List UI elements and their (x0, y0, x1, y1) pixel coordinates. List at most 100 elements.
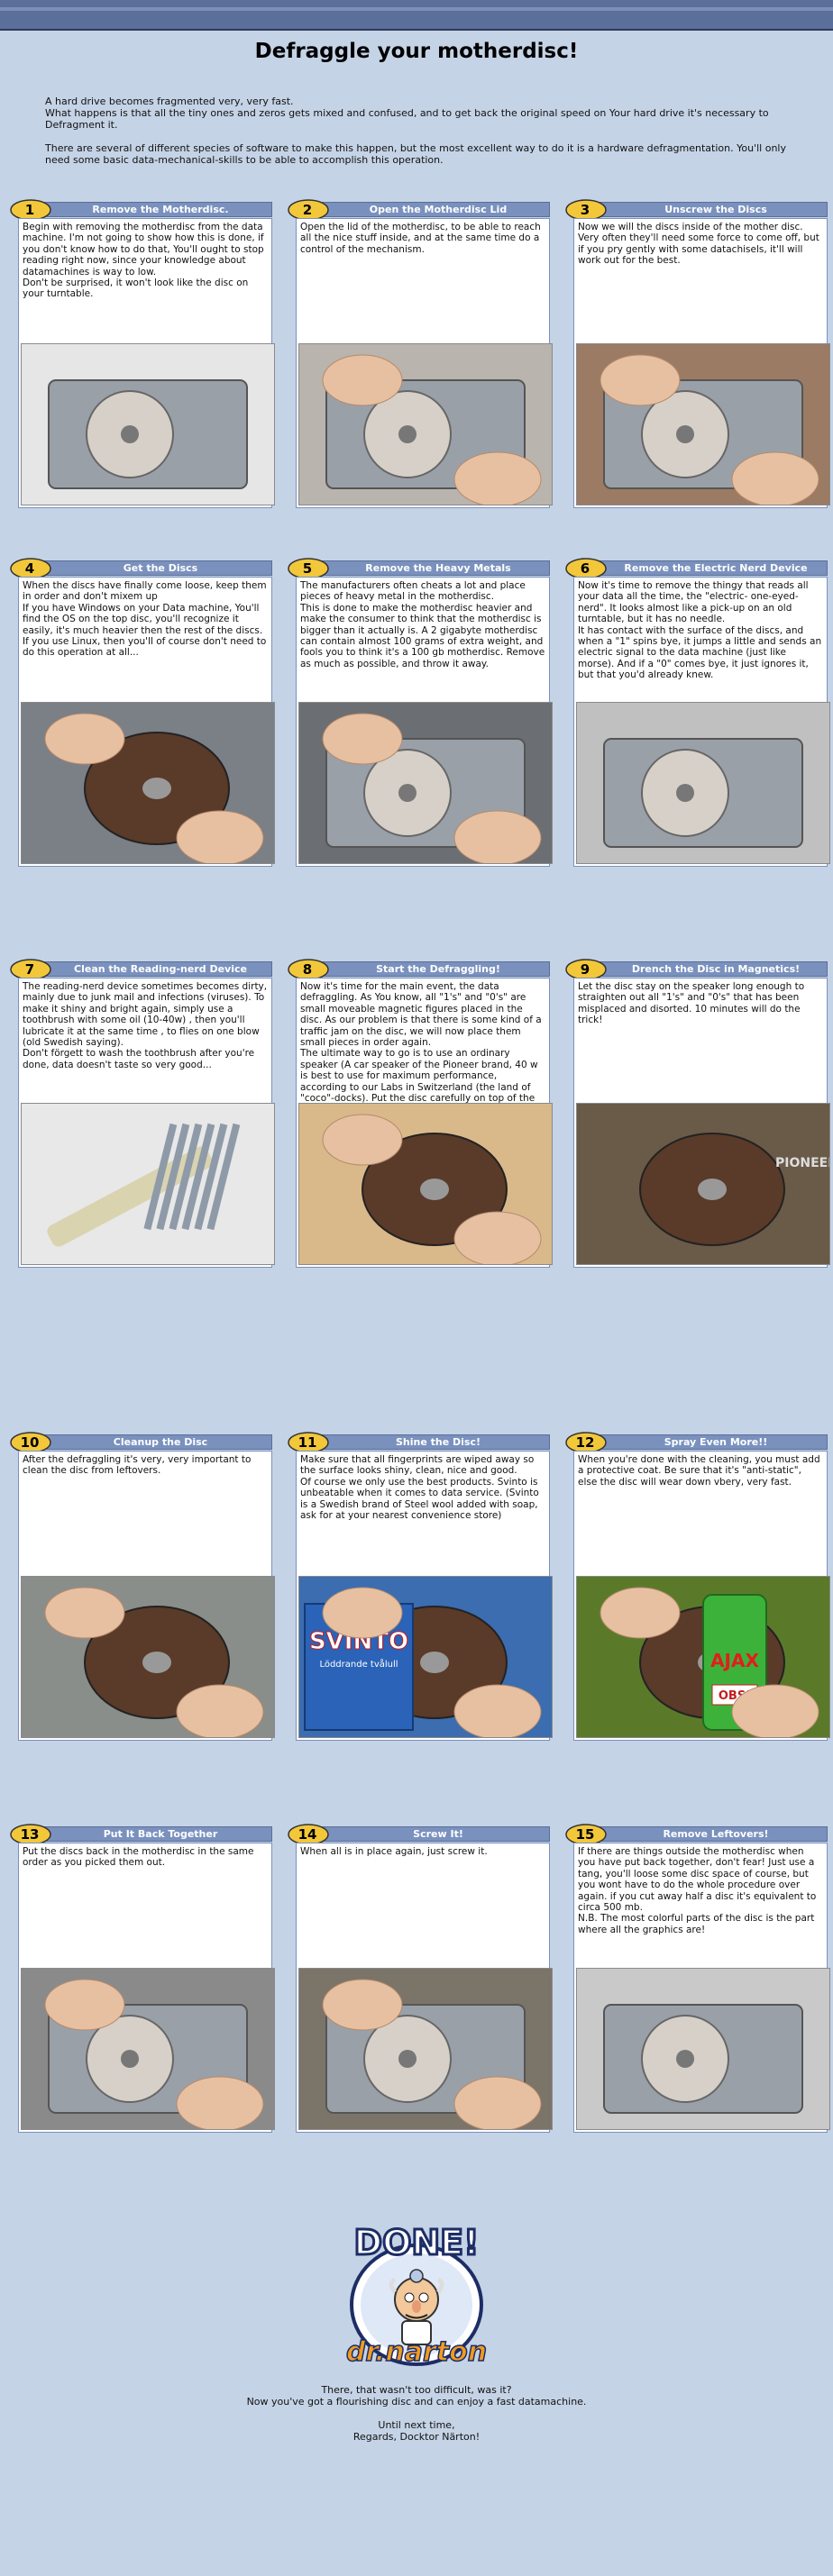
step-photo (21, 343, 275, 505)
page-title: Defraggle your motherdisc! (254, 40, 579, 63)
step-photo: AJAX OBS! (576, 1576, 830, 1738)
step-number: 5 (302, 560, 313, 577)
step-card: Open the Motherdisc Lid 2 Open the lid o… (288, 199, 553, 508)
step-text: If there are things outside the motherdi… (578, 1846, 817, 1935)
step-content: After the defraggling it's very, very im… (18, 1451, 275, 1741)
ending-text: There, that wasn't too difficult, was it… (216, 2384, 617, 2454)
step-content: If there are things outside the motherdi… (573, 1843, 830, 2133)
step-content: Make sure that all fingerprints are wipe… (296, 1451, 553, 1741)
step-title: Remove the Heavy Metals (365, 562, 511, 574)
step-content: When the discs have finally come loose, … (18, 577, 275, 867)
step-title: Drench the Disc in Magnetics! (631, 963, 801, 975)
step-number: 3 (580, 202, 590, 218)
step-card: Spray Even More!! 12 When you're done wi… (565, 1432, 830, 1741)
step-card: Shine the Disc! 11 Make sure that all fi… (288, 1432, 553, 1741)
step-header: Remove the Heavy Metals 5 (288, 558, 550, 579)
step-header: Remove the Motherdisc. 1 (10, 199, 272, 221)
step-header: Shine the Disc! 11 (288, 1432, 550, 1453)
step-number: 7 (24, 961, 35, 978)
step-number: 10 (20, 1434, 40, 1451)
step-content: Now it's time to remove the thingy that … (573, 577, 830, 867)
step-text: Now it's time to remove the thingy that … (578, 580, 822, 681)
step-title: Remove the Motherdisc. (92, 204, 229, 215)
step-header: Remove the Electric Nerd Device 6 (565, 558, 828, 579)
step-photo (576, 702, 830, 864)
step-number: 11 (298, 1434, 317, 1451)
step-number: 1 (24, 202, 35, 218)
step-photo (298, 1103, 553, 1265)
step-number: 8 (302, 961, 313, 978)
step-content: Open the lid of the motherdisc, to be ab… (296, 218, 553, 508)
step-number: 2 (302, 202, 313, 218)
brand-text: dr.narton (346, 2336, 487, 2368)
step-text: When you're done with the cleaning, you … (578, 1454, 820, 1488)
step-header: Remove Leftovers! 15 (565, 1824, 828, 1845)
step-title: Open the Motherdisc Lid (369, 204, 508, 215)
step-title: Remove Leftovers! (663, 1828, 769, 1840)
svg-text:PIONEER: PIONEER (775, 1156, 830, 1170)
step-number: 13 (20, 1826, 40, 1843)
step-photo: SVINTO Löddrande tvålull (298, 1576, 553, 1738)
step-text: The reading-nerd device sometimes become… (23, 981, 268, 1070)
step-text: Begin with removing the motherdisc from … (23, 222, 264, 300)
step-title: Start the Defraggling! (376, 963, 500, 975)
step-photo (298, 702, 553, 864)
step-photo (21, 1968, 275, 2130)
step-number: 12 (575, 1434, 595, 1451)
step-card: Unscrew the Discs 3 Now we will the disc… (565, 199, 830, 508)
step-photo: PIONEER (576, 1103, 830, 1265)
svg-text:AJAX: AJAX (710, 1650, 759, 1671)
step-photo (298, 343, 553, 505)
step-header: Screw It! 14 (288, 1824, 550, 1845)
step-number: 6 (580, 560, 590, 577)
step-text: Open the lid of the motherdisc, to be ab… (300, 222, 541, 255)
step-content: Now we will the discs inside of the moth… (573, 218, 830, 508)
done-logo: DONE! dr.narton (270, 2216, 563, 2373)
step-card: Start the Defraggling! 8 Now it's time f… (288, 959, 553, 1268)
step-header: Start the Defraggling! 8 (288, 959, 550, 980)
intro-sentence-2: What happens is that all the tiny ones a… (45, 107, 769, 131)
step-content: Now it's time for the main event, the da… (296, 978, 553, 1268)
step-text: When all is in place again, just screw i… (300, 1846, 488, 1857)
step-header: Get the Discs 4 (10, 558, 272, 579)
step-text: Make sure that all fingerprints are wipe… (300, 1454, 539, 1522)
ending-para-1: There, that wasn't too difficult, was it… (246, 2384, 587, 2408)
step-number: 9 (580, 961, 590, 978)
step-header: Spray Even More!! 12 (565, 1432, 828, 1453)
step-title: Cleanup the Disc (113, 1436, 208, 1448)
step-number: 15 (575, 1826, 595, 1843)
step-title: Unscrew the Discs (664, 204, 767, 215)
step-title: Remove the Electric Nerd Device (624, 562, 808, 574)
intro-line-1: A hard drive becomes fragmented very, ve… (45, 96, 793, 131)
step-text: The manufacturers often cheats a lot and… (300, 580, 545, 669)
step-content: The manufacturers often cheats a lot and… (296, 577, 553, 867)
step-card: Remove the Motherdisc. 1 Begin with remo… (10, 199, 275, 508)
step-photo (21, 1103, 275, 1265)
step-photo (298, 1968, 553, 2130)
step-text: When the discs have finally come loose, … (23, 580, 267, 659)
step-header: Unscrew the Discs 3 (565, 199, 828, 221)
banner-stripe (0, 7, 833, 11)
step-title: Get the Discs (123, 562, 198, 574)
step-title: Screw It! (413, 1828, 463, 1840)
intro-text: A hard drive becomes fragmented very, ve… (45, 96, 793, 177)
intro-line-2: There are several of different species o… (45, 142, 786, 166)
step-card: Remove Leftovers! 15 If there are things… (565, 1824, 830, 2133)
step-header: Cleanup the Disc 10 (10, 1432, 272, 1453)
step-photo (21, 702, 275, 864)
step-title: Clean the Reading-nerd Device (74, 963, 247, 975)
step-header: Open the Motherdisc Lid 2 (288, 199, 550, 221)
step-content: Put the discs back in the motherdisc in … (18, 1843, 275, 2133)
step-text: After the defraggling it's very, very im… (23, 1454, 252, 1477)
step-header: Clean the Reading-nerd Device 7 (10, 959, 272, 980)
step-title: Put It Back Together (103, 1828, 218, 1840)
step-card: Put It Back Together 13 Put the discs ba… (10, 1824, 275, 2133)
svg-text:Löddrande tvålull: Löddrande tvålull (319, 1658, 398, 1670)
step-card: Get the Discs 4 When the discs have fina… (10, 558, 275, 867)
step-card: Cleanup the Disc 10 After the defragglin… (10, 1432, 275, 1741)
step-content: Let the disc stay on the speaker long en… (573, 978, 830, 1268)
step-number: 14 (298, 1826, 317, 1843)
step-photo (21, 1576, 275, 1738)
step-card: Remove the Heavy Metals 5 The manufactur… (288, 558, 553, 867)
step-content: When all is in place again, just screw i… (296, 1843, 553, 2133)
